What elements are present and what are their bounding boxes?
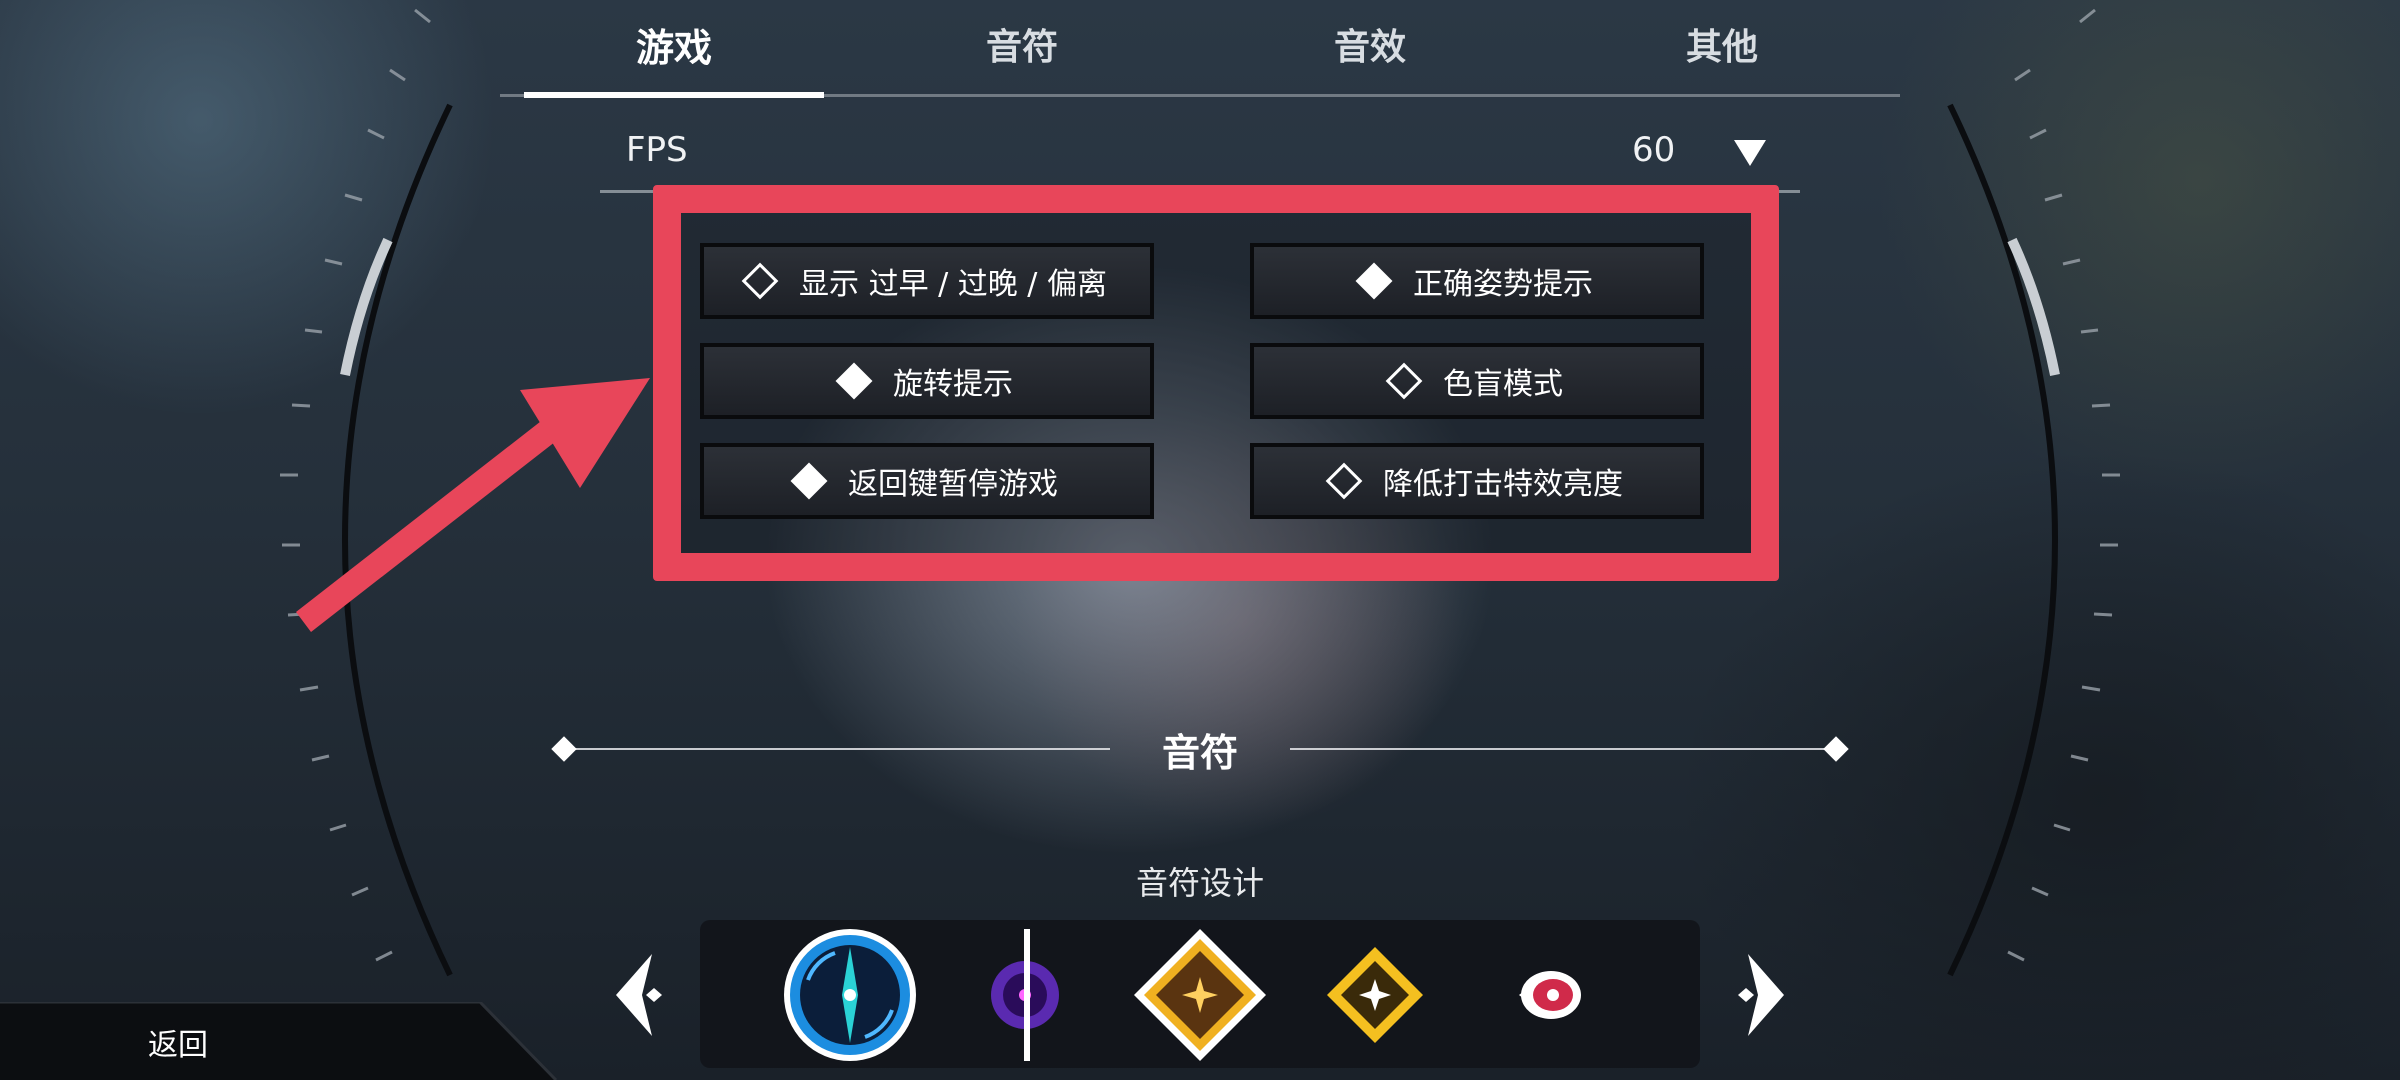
small-gold-diamond-note-icon[interactable] — [1325, 945, 1425, 1045]
option-label: 色盲模式 — [1443, 367, 1563, 402]
option-show-timing[interactable]: 显示 过早 / 过晚 / 偏离 — [700, 243, 1154, 319]
gold-diamond-note-icon[interactable] — [1130, 925, 1270, 1065]
back-label: 返回 — [148, 1028, 208, 1063]
checked-diamond-icon — [790, 462, 828, 500]
option-reduce-hit-brightness[interactable]: 降低打击特效亮度 — [1250, 443, 1704, 519]
next-arrow-icon[interactable] — [1724, 950, 1788, 1040]
checked-diamond-icon — [835, 362, 873, 400]
section-title: 音符 — [1161, 731, 1238, 775]
option-label: 降低打击特效亮度 — [1383, 467, 1623, 502]
checked-diamond-icon — [1355, 262, 1393, 300]
fps-value: 60 — [1632, 130, 1676, 170]
tab-notes[interactable]: 音符 — [872, 18, 1172, 78]
option-label: 正确姿势提示 — [1413, 267, 1593, 302]
tab-other[interactable]: 其他 — [1572, 18, 1872, 78]
note-design-label: 音符设计 — [1135, 864, 1264, 902]
option-label: 显示 过早 / 过晚 / 偏离 — [799, 267, 1107, 302]
back-button[interactable] — [0, 1002, 560, 1080]
section-divider-right — [1290, 748, 1836, 750]
unchecked-diamond-icon — [741, 262, 779, 300]
fps-label: FPS — [626, 130, 688, 170]
option-rotation-hint[interactable]: 旋转提示 — [700, 343, 1154, 419]
option-label: 旋转提示 — [893, 367, 1013, 402]
tab-sound[interactable]: 音效 — [1220, 18, 1520, 78]
tab-bar: 游戏 音符 音效 其他 — [500, 0, 1900, 100]
prev-arrow-icon[interactable] — [612, 950, 676, 1040]
blue-circle-note-icon[interactable] — [780, 925, 920, 1065]
red-eye-note-icon[interactable] — [1515, 965, 1585, 1025]
option-back-pauses-game[interactable]: 返回键暂停游戏 — [700, 443, 1154, 519]
unchecked-diamond-icon — [1325, 462, 1363, 500]
annotation-arrow — [296, 378, 650, 632]
unchecked-diamond-icon — [1385, 362, 1423, 400]
option-posture-hint[interactable]: 正确姿势提示 — [1250, 243, 1704, 319]
tab-game[interactable]: 游戏 — [524, 18, 824, 78]
section-divider-left — [564, 748, 1110, 750]
option-colorblind-mode[interactable]: 色盲模式 — [1250, 343, 1704, 419]
dropdown-triangle-icon[interactable] — [1732, 136, 1768, 172]
fps-setting[interactable]: FPS 60 — [600, 120, 1800, 193]
purple-orb-note-icon[interactable] — [980, 925, 1080, 1065]
option-label: 返回键暂停游戏 — [848, 467, 1058, 502]
active-tab-indicator — [524, 92, 824, 98]
